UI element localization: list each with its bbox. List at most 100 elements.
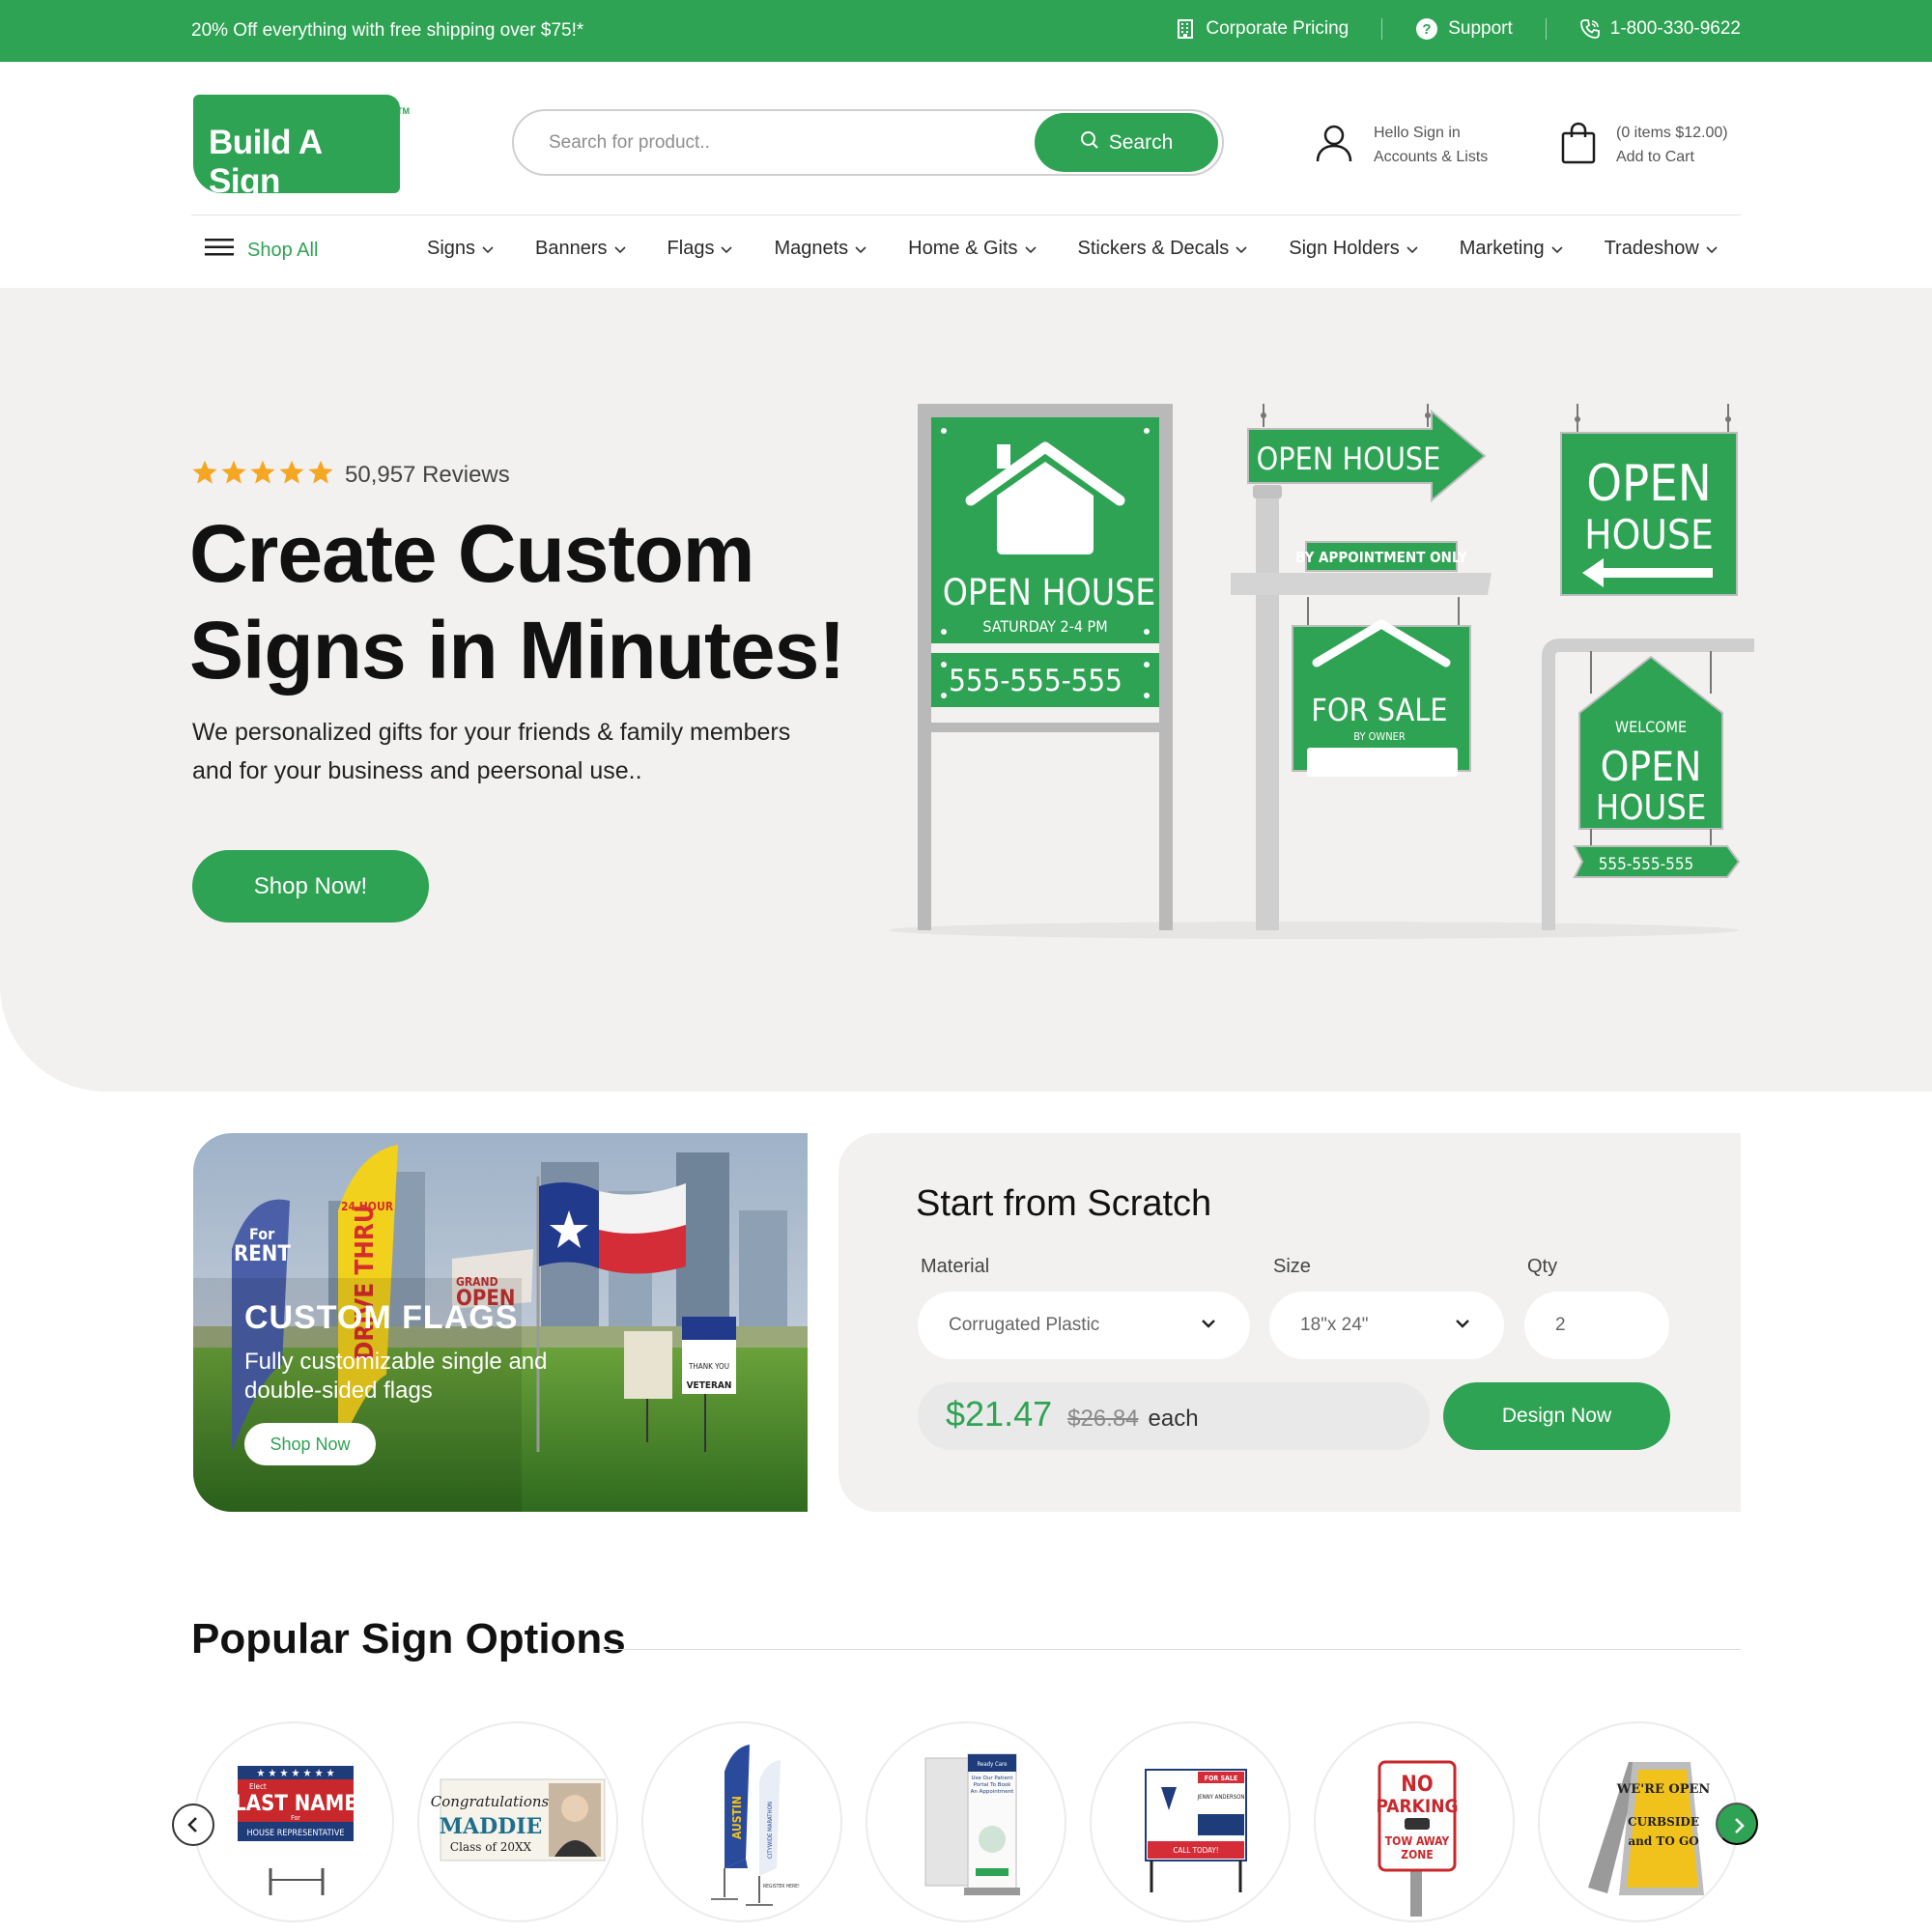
sign1-title: OPEN HOUSE: [943, 572, 1156, 613]
current-price: $21.47: [946, 1394, 1053, 1434]
campaign-yard-sign-icon: ★ ★ ★ ★ ★ ★ ★ Elect LAST NAME For HOUSE …: [234, 1766, 357, 1895]
nav-item-label: Magnets: [774, 238, 849, 259]
custom-flags-shop-button[interactable]: Shop Now: [244, 1423, 376, 1465]
original-price: $26.84: [1067, 1406, 1139, 1432]
support-label: Support: [1448, 18, 1513, 39]
sign4-line1: OPEN: [1601, 743, 1702, 790]
account-greeting: Hello Sign in: [1374, 125, 1461, 141]
nav-item-sign-holders[interactable]: Sign Holders: [1289, 238, 1419, 260]
sign4-phone: 555-555-555: [1599, 855, 1694, 874]
qty-label: Qty: [1527, 1256, 1558, 1277]
search-input[interactable]: [549, 128, 993, 157]
sign2-rider: BY APPOINTMENT ONLY: [1295, 549, 1467, 566]
open-house-yard-sign: OPEN HOUSE SATURDAY 2-4 PM 555-555-555: [918, 404, 1173, 930]
account-text: Hello Sign in Accounts & Lists: [1374, 121, 1488, 169]
search-button[interactable]: Search: [1035, 113, 1218, 172]
top-bar: 20% Off everything with free shipping ov…: [0, 0, 1932, 62]
popular-item-graduation-banner[interactable]: Congratulations! MADDIE Class of 20XX: [417, 1721, 618, 1922]
account-link[interactable]: Hello Sign in Accounts & Lists: [1314, 121, 1488, 169]
nav-item-tradeshow[interactable]: Tradeshow: [1605, 238, 1719, 260]
chevron-down-icon: [481, 242, 495, 256]
logo[interactable]: Build A Sign TM: [193, 95, 410, 200]
sign4-line2: HOUSE: [1596, 788, 1707, 828]
logo-trademark: TM: [397, 106, 410, 116]
size-label: Size: [1273, 1256, 1311, 1277]
search-icon: [1080, 130, 1099, 156]
phone-icon: [1579, 18, 1601, 40]
phone-link[interactable]: 1-800-330-9622: [1579, 18, 1741, 40]
popular-item-a-frame-sign[interactable]: WE'RE OPEN CURBSIDE and TO GO: [1538, 1721, 1739, 1922]
size-select[interactable]: 18"x 24": [1269, 1292, 1504, 1359]
nav-item-label: Tradeshow: [1604, 238, 1699, 259]
popular-item-retractable-banner[interactable]: Ready Care Use Our Patient Portal To Boo…: [866, 1721, 1066, 1922]
search-button-label: Search: [1108, 130, 1174, 154]
sign2-subtitle: BY OWNER: [1353, 730, 1406, 743]
popular-item-feather-flag[interactable]: AUSTIN CITYWIDE MARATHON REGISTER HERE!: [641, 1721, 842, 1922]
chevron-down-icon: [854, 242, 867, 256]
nav-item-flags[interactable]: Flags: [668, 238, 734, 260]
popular-item-real-estate-sign[interactable]: FOR SALE JENNY ANDERSON CALL TODAY!: [1090, 1721, 1291, 1922]
sign4-welcome: WELCOME: [1615, 718, 1687, 736]
graduation-banner-icon: Congratulations! MADDIE Class of 20XX: [431, 1778, 606, 1861]
chevron-down-icon: [1705, 242, 1719, 256]
for-sale-post-sign: OPEN HOUSE BY APPOINTMENT ONLY FOR SALE …: [1231, 404, 1492, 930]
chevron-right-icon: [1718, 1804, 1756, 1847]
nav-item-label: Marketing: [1459, 238, 1545, 259]
sign1-phone: 555-555-555: [949, 664, 1122, 698]
chevron-down-icon: [613, 242, 627, 256]
price-display: $21.47 $26.84 each: [918, 1382, 1430, 1450]
divider: [1381, 18, 1383, 40]
qty-input[interactable]: 2: [1524, 1292, 1669, 1359]
support-link[interactable]: ? Support: [1415, 17, 1513, 41]
shop-now-button[interactable]: Shop Now!: [192, 850, 429, 923]
nav-item-marketing[interactable]: Marketing: [1460, 238, 1564, 260]
nav-divider: [191, 214, 1741, 215]
account-lists: Accounts & Lists: [1374, 149, 1489, 165]
promo-text: 20% Off everything with free shipping ov…: [191, 20, 584, 41]
carousel-prev-button[interactable]: [172, 1804, 214, 1846]
sign1-subtitle: SATURDAY 2-4 PM: [982, 617, 1107, 636]
popular-2-t3: Class of 20XX: [450, 1840, 532, 1854]
custom-flags-card[interactable]: For RENT 24 HOUR DRIVE THRU GRAND OPEN T…: [193, 1133, 808, 1512]
flag-rent-text: RENT: [234, 1242, 291, 1266]
popular-2-t2: MADDIE: [440, 1814, 543, 1839]
corporate-pricing-link[interactable]: Corporate Pricing: [1175, 18, 1349, 40]
review-count[interactable]: 50,957 Reviews: [345, 462, 510, 489]
popular-divider: [602, 1649, 1741, 1650]
popular-6-t1: NO: [1401, 1773, 1433, 1797]
popular-6-t4: ZONE: [1401, 1848, 1433, 1861]
nav-item-banners[interactable]: Banners: [535, 238, 627, 260]
svg-text:?: ?: [1423, 21, 1432, 38]
popular-title: Popular Sign Options: [191, 1615, 626, 1662]
sign3-line2: HOUSE: [1584, 511, 1714, 558]
popular-7-t2: CURBSIDE: [1628, 1815, 1699, 1829]
popular-item-no-parking-sign[interactable]: NO PARKING TOW AWAY ZONE: [1314, 1721, 1515, 1922]
retractable-banner-icon: Ready Care Use Our Patient Portal To Boo…: [924, 1753, 1020, 1895]
nav-item-stickers-decals[interactable]: Stickers & Decals: [1078, 238, 1249, 260]
material-value: Corrugated Plastic: [949, 1315, 1100, 1335]
user-icon: [1314, 123, 1354, 168]
cart-link[interactable]: (0 items $12.00) Add to Cart: [1560, 121, 1728, 169]
nav-item-home-gits[interactable]: Home & Gits: [908, 238, 1037, 260]
search-bar: Search: [512, 109, 1224, 176]
nav-item-label: Sign Holders: [1289, 238, 1400, 259]
chevron-down-icon: [1454, 1315, 1471, 1338]
sign3-line1: OPEN: [1586, 455, 1712, 513]
star-icon: [249, 459, 276, 486]
scratch-title: Start from Scratch: [916, 1183, 1212, 1224]
phone-number: 1-800-330-9622: [1609, 18, 1741, 39]
star-icon: [220, 459, 247, 486]
a-frame-sign-icon: WE'RE OPEN CURBSIDE and TO GO: [1588, 1762, 1710, 1895]
hero-signs-illustration: OPEN HOUSE SATURDAY 2-4 PM 555-555-555 O…: [869, 399, 1768, 950]
nav-item-signs[interactable]: Signs: [427, 238, 495, 260]
divider: [1545, 18, 1547, 40]
popular-item-campaign-sign[interactable]: ★ ★ ★ ★ ★ ★ ★ Elect LAST NAME For HOUSE …: [193, 1721, 394, 1922]
shop-all-button[interactable]: Shop All: [205, 238, 318, 263]
design-now-button[interactable]: Design Now: [1443, 1382, 1670, 1450]
nav-item-magnets[interactable]: Magnets: [774, 238, 867, 260]
real-estate-sign-icon: FOR SALE JENNY ANDERSON CALL TODAY!: [1145, 1769, 1247, 1892]
nav-item-label: Home & Gits: [908, 238, 1018, 259]
carousel-next-button[interactable]: [1716, 1803, 1758, 1845]
chevron-down-icon: [1024, 242, 1037, 256]
material-select[interactable]: Corrugated Plastic: [918, 1292, 1250, 1359]
